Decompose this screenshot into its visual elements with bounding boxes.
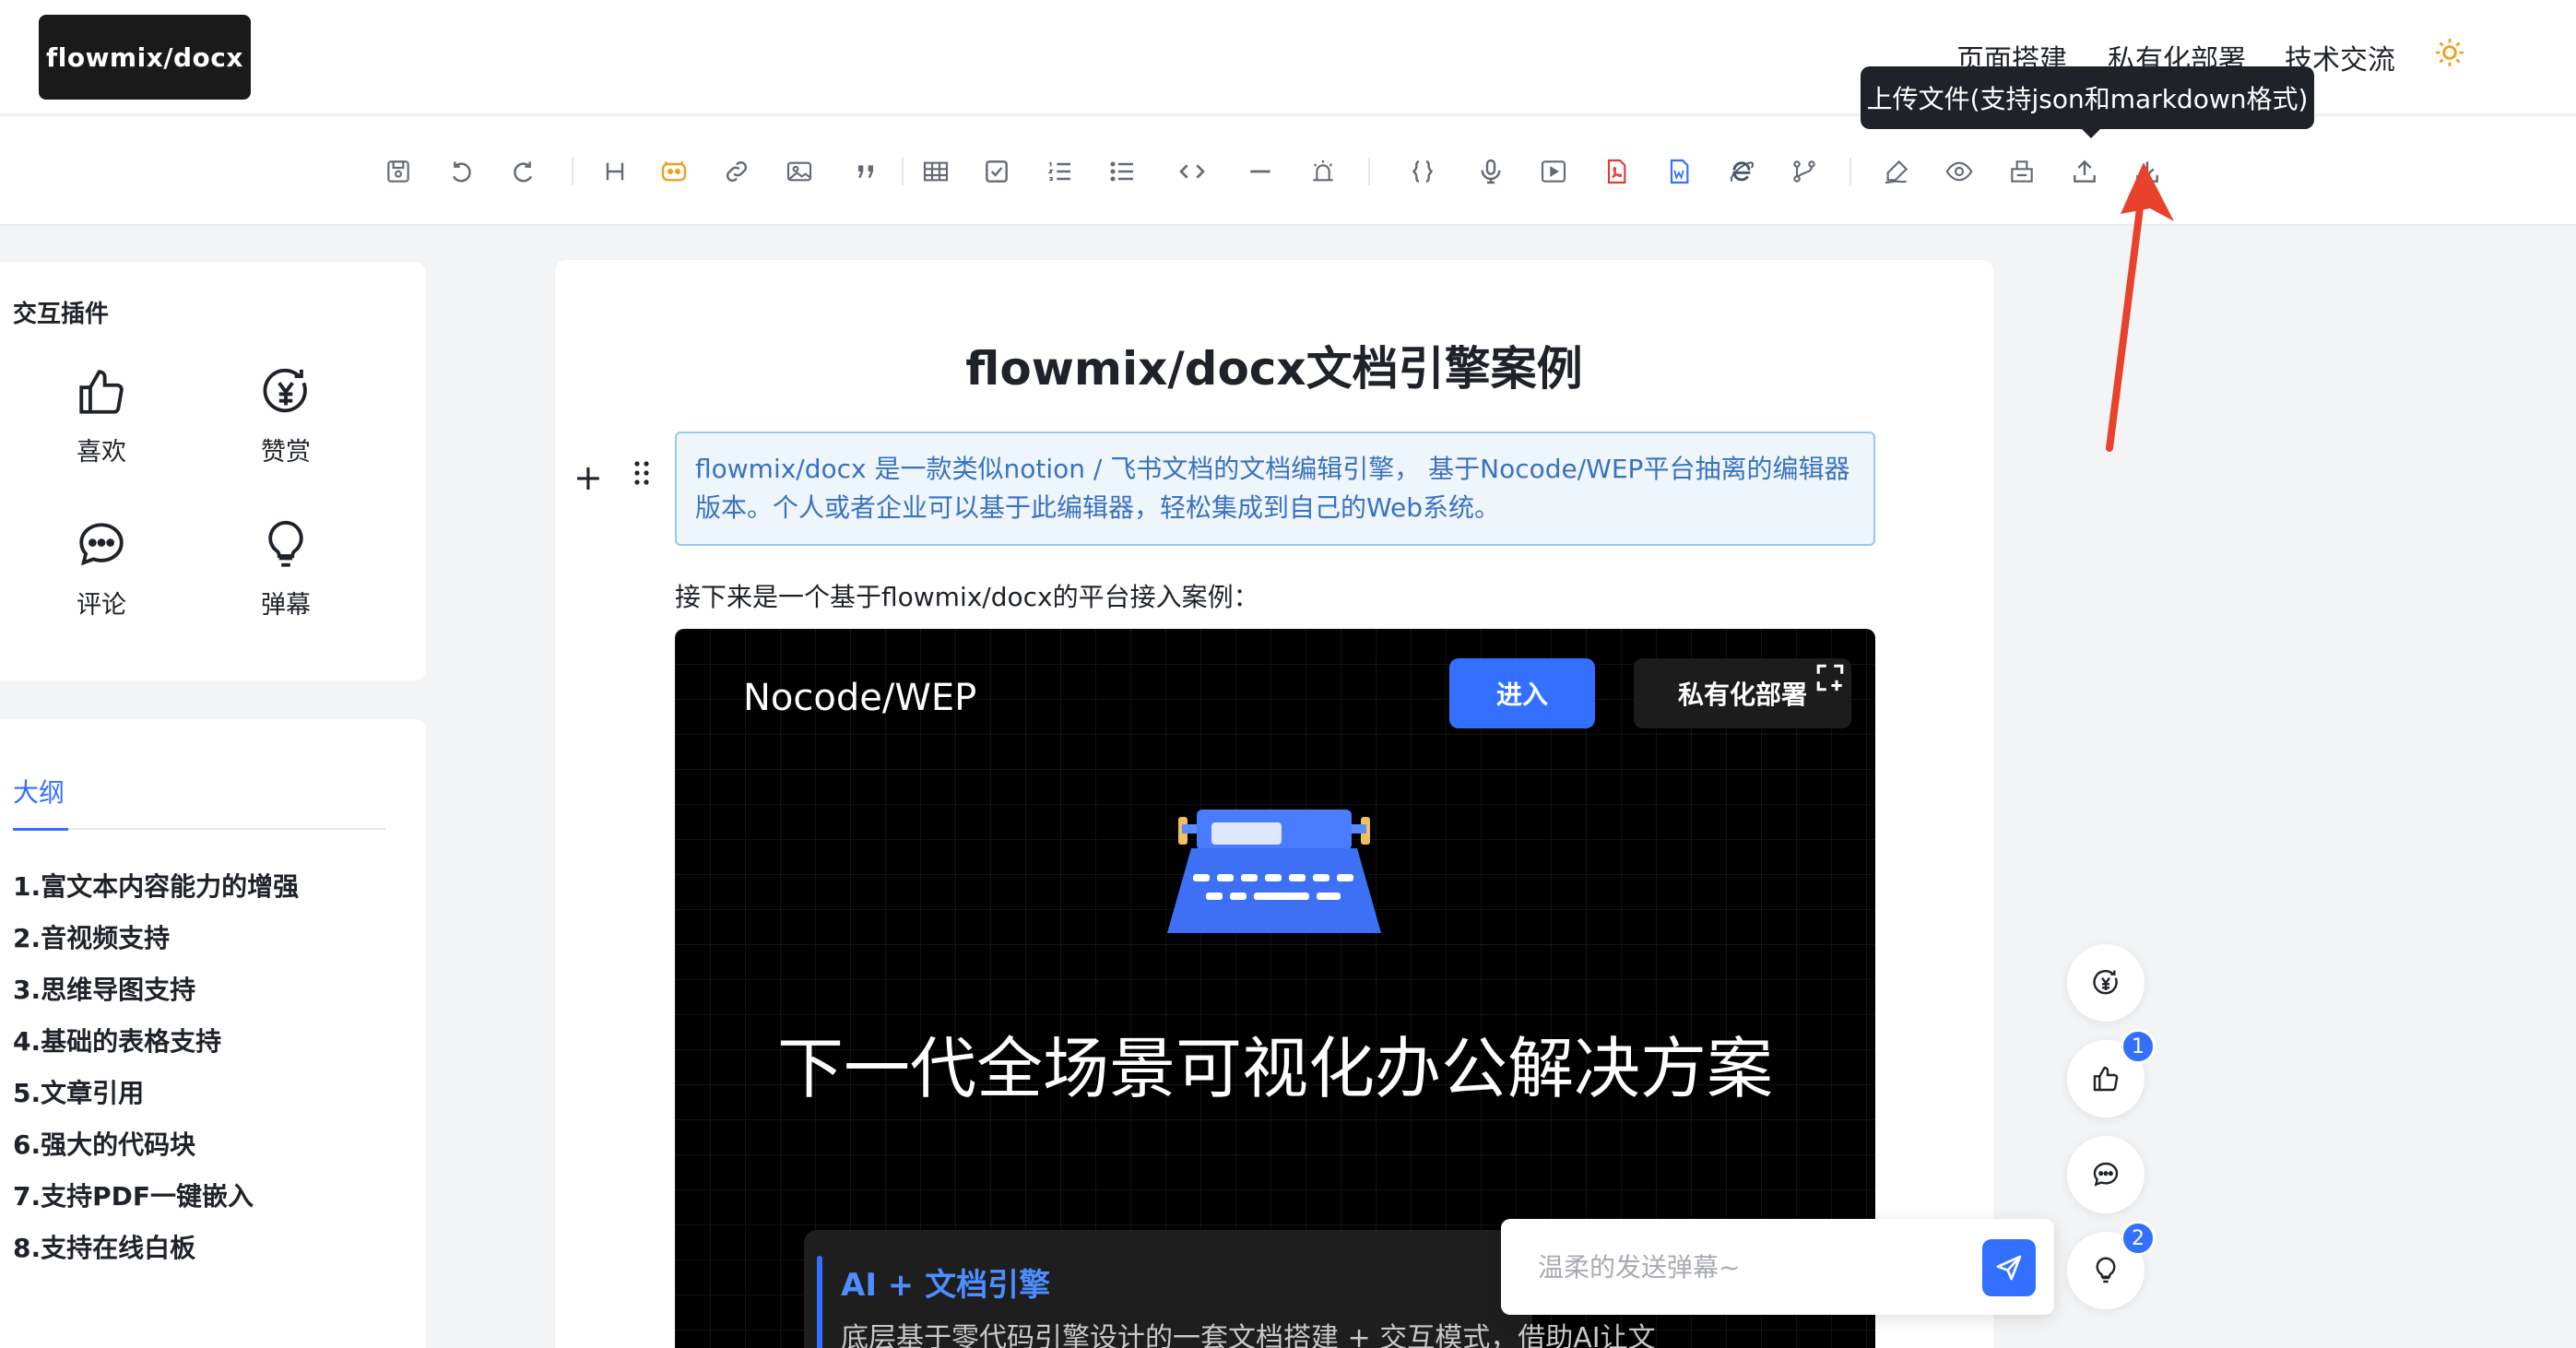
outline-item[interactable]: 3.思维导图支持 bbox=[13, 972, 299, 1023]
banner-brand: Nocode/WEP bbox=[743, 677, 977, 719]
yen-coin-icon bbox=[2093, 970, 2118, 995]
card-accent-bar bbox=[817, 1256, 822, 1348]
emoji-icon[interactable] bbox=[656, 154, 691, 189]
outline-item[interactable]: 6.强大的代码块 bbox=[13, 1127, 299, 1178]
plugin-label: 弹幕 bbox=[261, 591, 311, 620]
toolbar-separator bbox=[572, 158, 573, 185]
comment-icon bbox=[79, 523, 124, 566]
plugins-panel: 交互插件 喜欢 赞赏 评论 弹幕 bbox=[0, 262, 426, 680]
reward-fab[interactable] bbox=[2067, 944, 2145, 1022]
save-icon[interactable] bbox=[381, 154, 416, 189]
code-icon[interactable] bbox=[1175, 154, 1210, 189]
outline-item[interactable]: 2.音视频支持 bbox=[13, 920, 299, 972]
plugins-title: 交互插件 bbox=[13, 301, 110, 328]
document-title[interactable]: flowmix/docx文档引擎案例 bbox=[555, 332, 1993, 398]
plugin-label: 评论 bbox=[77, 591, 126, 620]
plugin-comment[interactable]: 评论 bbox=[46, 518, 157, 621]
lightbulb-icon bbox=[2096, 1257, 2116, 1283]
enter-button[interactable]: 进入 bbox=[1449, 658, 1595, 728]
plugin-label: 赞赏 bbox=[261, 438, 311, 467]
ie-icon[interactable] bbox=[1724, 154, 1759, 189]
pdf-icon[interactable] bbox=[1599, 154, 1634, 189]
idea-count-badge: 2 bbox=[2121, 1221, 2156, 1256]
video-icon[interactable] bbox=[1536, 154, 1571, 189]
outline-item[interactable]: 4.基础的表格支持 bbox=[13, 1023, 299, 1075]
preview-icon[interactable] bbox=[1942, 154, 1977, 189]
outline-list: 1.富文本内容能力的增强 2.音视频支持 3.思维导图支持 4.基础的表格支持 … bbox=[13, 869, 299, 1282]
plugin-reward[interactable]: 赞赏 bbox=[230, 365, 341, 467]
callout-block[interactable]: flowmix/docx 是一款类似notion / 飞书文档的文档编辑引擎， … bbox=[675, 432, 1875, 546]
paragraph-block[interactable]: 接下来是一个基于flowmix/docx的平台接入案例： bbox=[675, 577, 1259, 614]
outline-underline bbox=[13, 828, 385, 831]
word-icon[interactable] bbox=[1661, 154, 1696, 189]
quote-icon[interactable] bbox=[848, 154, 883, 189]
code-block-icon[interactable] bbox=[1405, 154, 1440, 189]
outline-item[interactable]: 1.富文本内容能力的增强 bbox=[13, 869, 299, 920]
ordered-list-icon[interactable] bbox=[1042, 154, 1077, 189]
audio-icon[interactable] bbox=[1473, 154, 1508, 189]
sun-icon[interactable] bbox=[2434, 37, 2465, 68]
image-icon[interactable] bbox=[782, 154, 817, 189]
divider-icon[interactable] bbox=[1243, 154, 1278, 189]
drag-handle-icon[interactable] bbox=[632, 459, 651, 487]
card-title: AI + 文档引擎 bbox=[841, 1267, 1051, 1304]
yen-coin-icon bbox=[263, 368, 307, 413]
feature-card: AI + 文档引擎 底层基于零代码引擎设计的一套文档搭建 + 交互模式，借助AI… bbox=[804, 1230, 1656, 1348]
comment-fab[interactable] bbox=[2067, 1136, 2145, 1213]
logo[interactable]: flowmix/docx bbox=[39, 15, 251, 100]
print-icon[interactable] bbox=[2004, 154, 2039, 189]
annotation-arrow bbox=[2106, 162, 2174, 452]
document-canvas: flowmix/docx文档引擎案例 + flowmix/docx 是一款类似n… bbox=[555, 260, 1993, 1348]
like-count-badge: 1 bbox=[2121, 1029, 2156, 1064]
thumbs-up-icon bbox=[79, 370, 124, 414]
add-block-button[interactable]: + bbox=[573, 457, 603, 498]
outline-title: 大纲 bbox=[13, 777, 65, 808]
card-description: 底层基于零代码引擎设计的一套文档搭建 + 交互模式，借助AI让文 bbox=[841, 1322, 1656, 1348]
fullscreen-icon[interactable] bbox=[1814, 662, 1846, 693]
typewriter-icon bbox=[1167, 810, 1381, 933]
plugin-danmaku[interactable]: 弹幕 bbox=[230, 518, 341, 621]
outline-item[interactable]: 8.支持在线白板 bbox=[13, 1230, 299, 1282]
undo-icon[interactable] bbox=[443, 154, 479, 189]
send-button[interactable] bbox=[1982, 1239, 2036, 1296]
banner-headline: 下一代全场景可视化办公解决方案 bbox=[776, 1030, 1773, 1107]
plugin-like[interactable]: 喜欢 bbox=[46, 365, 157, 467]
alert-icon[interactable] bbox=[1306, 154, 1341, 189]
plugin-label: 喜欢 bbox=[77, 438, 126, 467]
heading-icon[interactable] bbox=[597, 154, 632, 189]
thumbs-up-icon bbox=[2093, 1066, 2119, 1092]
branch-icon[interactable] bbox=[1787, 154, 1822, 189]
table-icon[interactable] bbox=[918, 154, 953, 189]
send-icon bbox=[1996, 1255, 2022, 1281]
draw-icon[interactable] bbox=[1879, 154, 1914, 189]
link-icon[interactable] bbox=[719, 154, 754, 189]
upload-tooltip: 上传文件(支持json和markdown格式) bbox=[1861, 66, 2314, 138]
checkbox-icon[interactable] bbox=[979, 154, 1014, 189]
lightbulb-icon bbox=[268, 520, 303, 567]
outline-item[interactable]: 5.文章引用 bbox=[13, 1075, 299, 1127]
redo-icon[interactable] bbox=[506, 154, 541, 189]
danmaku-box bbox=[1501, 1219, 2054, 1315]
danmaku-input[interactable] bbox=[1538, 1247, 1944, 1287]
toolbar-separator bbox=[1849, 158, 1851, 185]
bullet-list-icon[interactable] bbox=[1105, 154, 1140, 189]
toolbar-separator bbox=[902, 158, 904, 185]
comment-icon bbox=[2093, 1162, 2119, 1187]
toolbar-separator bbox=[1368, 158, 1370, 185]
outline-item[interactable]: 7.支持PDF一键嵌入 bbox=[13, 1178, 299, 1230]
outline-panel: 大纲 1.富文本内容能力的增强 2.音视频支持 3.思维导图支持 4.基础的表格… bbox=[0, 719, 426, 1348]
